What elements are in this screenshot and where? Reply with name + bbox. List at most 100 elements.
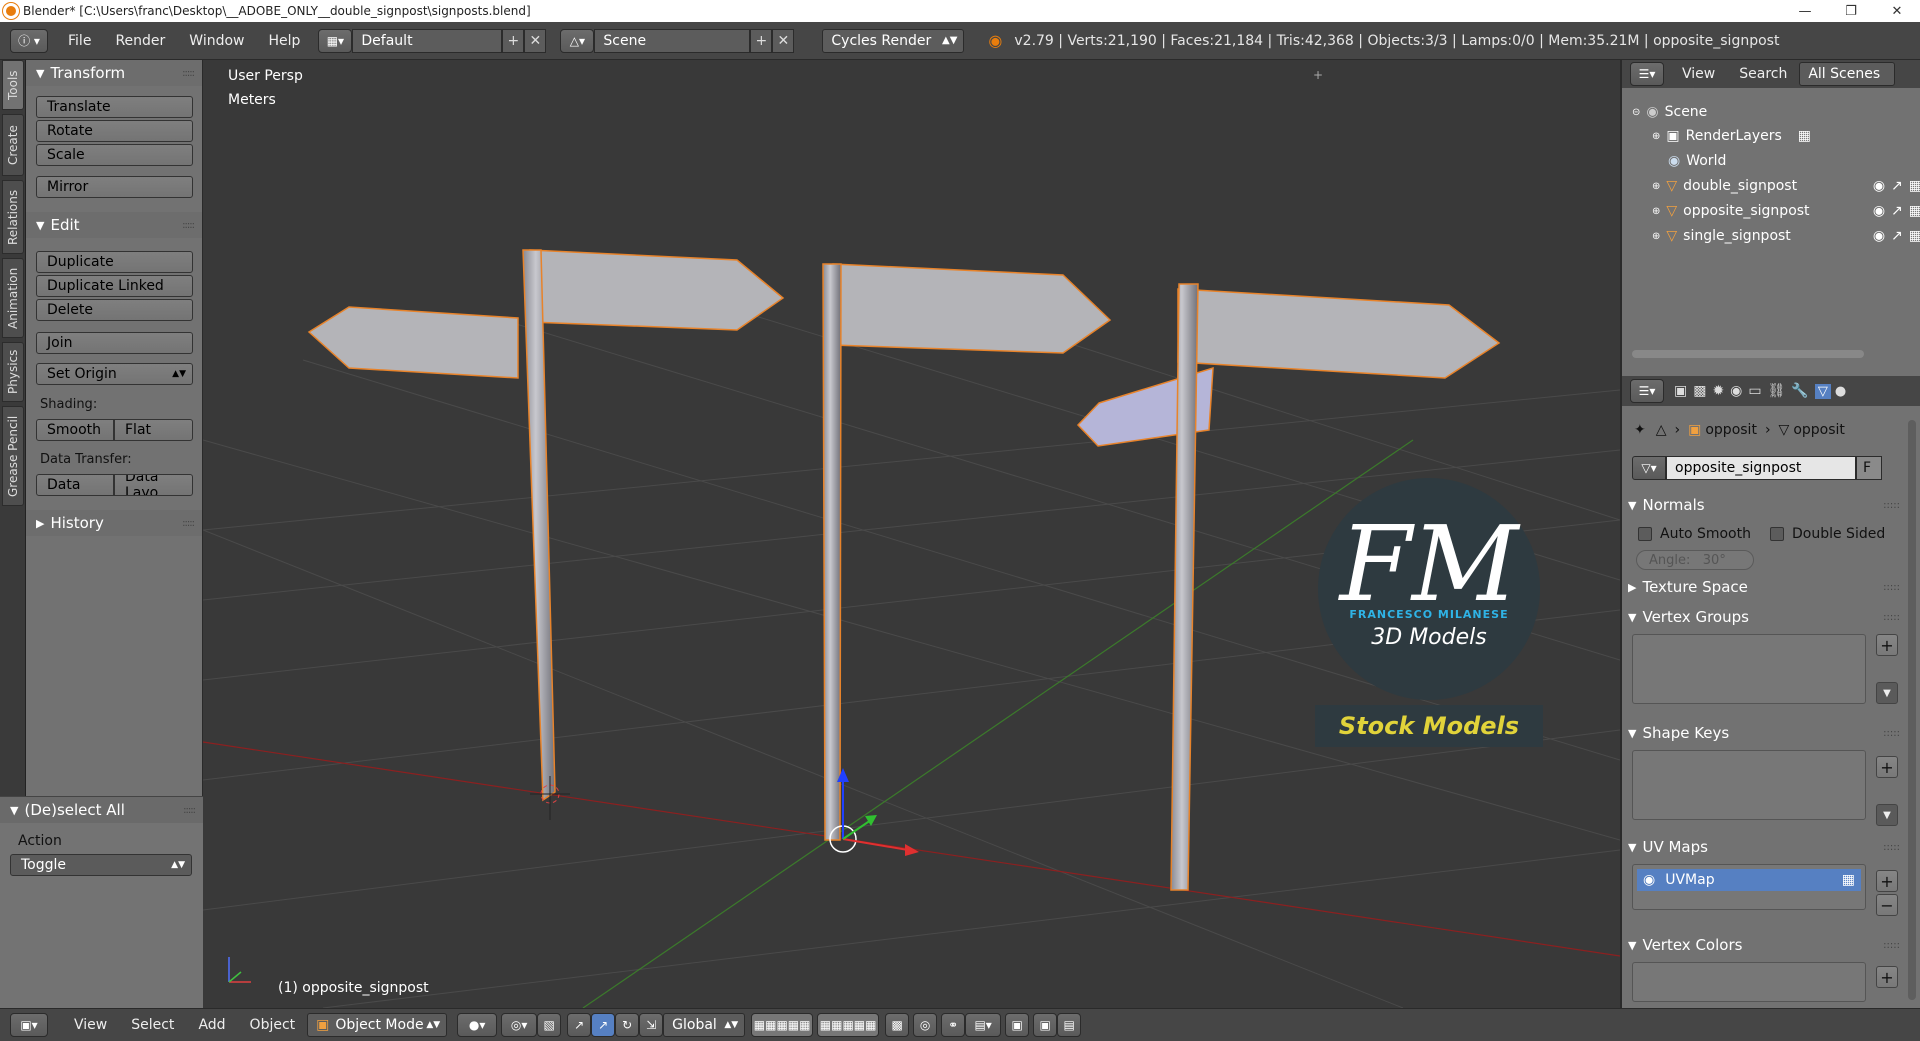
manipulator-axes-icon[interactable]: ↗: [567, 1013, 592, 1037]
expand-icon[interactable]: ⊕: [1652, 206, 1660, 217]
flat-button[interactable]: Flat: [114, 419, 193, 441]
grip-icon[interactable]: :::::: [1883, 842, 1900, 853]
outliner-menu-view[interactable]: View: [1670, 66, 1727, 82]
vertex-colors-list[interactable]: [1632, 962, 1866, 1002]
panel-history-header[interactable]: ▶ History:::::: [26, 510, 202, 536]
viewport-shading-icon[interactable]: ●▾: [457, 1013, 498, 1037]
panel-vertex-colors-header[interactable]: ▼ Vertex Colors:::::: [1628, 932, 1908, 958]
minimize-icon[interactable]: —: [1782, 4, 1828, 19]
shape-key-specials-icon[interactable]: ▼: [1876, 804, 1898, 826]
snap-toggle-icon[interactable]: ⚭: [941, 1013, 966, 1037]
expand-icon[interactable]: ⊕: [1652, 231, 1660, 242]
duplicate-button[interactable]: Duplicate: [36, 251, 193, 273]
grip-icon[interactable]: :::::: [182, 220, 195, 231]
panel-shape-keys-header[interactable]: ▼ Shape Keys:::::: [1628, 720, 1908, 746]
pivot-point-icon[interactable]: ◎▾: [501, 1013, 538, 1037]
close-icon[interactable]: ✕: [1874, 4, 1920, 19]
render-engine-select[interactable]: Cycles Render ▲▼: [822, 28, 965, 53]
vertex-group-specials-icon[interactable]: ▼: [1876, 682, 1898, 704]
manipulator-toggle-icon[interactable]: ▧: [537, 1013, 562, 1037]
grip-icon[interactable]: :::::: [1883, 612, 1900, 623]
outliner-row-renderlayers[interactable]: ⊕ ▣ RenderLayers ▦: [1652, 124, 1920, 148]
tab-relations[interactable]: Relations: [2, 180, 24, 254]
render-restrict-icon[interactable]: ▦: [1798, 128, 1811, 144]
delete-button[interactable]: Delete: [36, 299, 193, 321]
checkbox-icon[interactable]: [1770, 527, 1784, 541]
menu-file[interactable]: File: [56, 33, 103, 49]
viewport-plus-icon[interactable]: +: [1313, 68, 1323, 82]
rotate-button[interactable]: Rotate: [36, 120, 193, 142]
lock-layers-icon[interactable]: ▩: [885, 1013, 910, 1037]
menu-select[interactable]: Select: [119, 1017, 186, 1033]
grip-icon[interactable]: :::::: [1883, 940, 1900, 951]
render-preview-icon[interactable]: ▣: [1005, 1013, 1030, 1037]
grip-icon[interactable]: :::::: [182, 68, 195, 79]
tab-create[interactable]: Create: [2, 114, 24, 176]
tab-tools[interactable]: Tools: [2, 60, 24, 110]
scale-manipulator-icon[interactable]: ⇲: [639, 1013, 664, 1037]
panel-normals-header[interactable]: ▼ Normals:::::: [1628, 492, 1908, 518]
mesh-browse-icon[interactable]: ▽▾: [1632, 456, 1666, 480]
scale-button[interactable]: Scale: [36, 144, 193, 166]
scene-field[interactable]: Scene: [594, 28, 751, 53]
grip-icon[interactable]: :::::: [182, 518, 195, 529]
remove-scene-icon[interactable]: ✕: [772, 28, 795, 53]
uv-map-row[interactable]: ◉ UVMap ▦: [1637, 869, 1861, 891]
visibility-icons[interactable]: ◉↗▦: [1873, 228, 1920, 244]
tab-material-icon[interactable]: ●: [1835, 384, 1846, 399]
outliner-row-double-signpost[interactable]: ⊕ ▽ double_signpost ◉↗▦: [1652, 174, 1920, 198]
outliner-menu-search[interactable]: Search: [1727, 66, 1799, 82]
remove-uv-map-icon[interactable]: −: [1876, 894, 1898, 916]
layer-buttons-1[interactable]: ▦▦▦▦▦: [751, 1013, 814, 1037]
grip-icon[interactable]: :::::: [183, 805, 196, 816]
data-layout-button[interactable]: Data Layo: [114, 474, 193, 496]
add-uv-map-icon[interactable]: +: [1876, 870, 1898, 892]
3d-viewport[interactable]: User Persp Meters (1) opposite_signpost …: [203, 60, 1620, 1008]
grip-icon[interactable]: :::::: [1883, 582, 1900, 593]
menu-window[interactable]: Window: [177, 33, 256, 49]
action-select[interactable]: Toggle ▲▼: [10, 854, 192, 876]
properties-scrollbar[interactable]: [1908, 420, 1916, 1000]
panel-edit-header[interactable]: ▼ Edit:::::: [26, 212, 202, 238]
menu-view[interactable]: View: [62, 1017, 119, 1033]
screen-layout-icon[interactable]: ▦▾: [318, 28, 353, 53]
duplicate-linked-button[interactable]: Duplicate Linked: [36, 275, 193, 297]
outliner-row-world[interactable]: ◉ World: [1668, 149, 1920, 173]
grip-icon[interactable]: :::::: [1883, 728, 1900, 739]
checkbox-icon[interactable]: [1638, 527, 1652, 541]
operator-panel-header[interactable]: ▼ (De)select All:::::: [0, 797, 203, 823]
breadcrumb-object[interactable]: opposit: [1705, 422, 1757, 438]
add-vertex-group-icon[interactable]: +: [1876, 634, 1898, 656]
mirror-button[interactable]: Mirror: [36, 176, 193, 198]
join-button[interactable]: Join: [36, 332, 193, 354]
menu-help[interactable]: Help: [256, 33, 312, 49]
add-shape-key-icon[interactable]: +: [1876, 756, 1898, 778]
breadcrumb-mesh[interactable]: opposit: [1793, 422, 1845, 438]
outliner-editor-icon[interactable]: ☰▾: [1630, 62, 1664, 86]
mesh-name-field[interactable]: opposite_signpost: [1666, 456, 1856, 480]
visibility-icons[interactable]: ◉↗▦: [1873, 203, 1920, 219]
panel-texture-space-header[interactable]: ▶ Texture Space:::::: [1628, 574, 1908, 600]
menu-object[interactable]: Object: [238, 1017, 308, 1033]
panel-vertex-groups-header[interactable]: ▼ Vertex Groups:::::: [1628, 604, 1908, 630]
menu-add[interactable]: Add: [186, 1017, 237, 1033]
layer-buttons-2[interactable]: ▦▦▦▦▦: [817, 1013, 880, 1037]
scene-icon[interactable]: △▾: [560, 28, 595, 53]
shape-keys-list[interactable]: [1632, 750, 1866, 820]
remove-layout-icon[interactable]: ✕: [524, 28, 547, 53]
auto-smooth-checkbox[interactable]: Auto Smooth: [1638, 526, 1751, 542]
orientation-select[interactable]: Global ▲▼: [663, 1013, 746, 1037]
vertex-groups-list[interactable]: [1632, 634, 1866, 704]
expand-icon[interactable]: ⊕: [1652, 181, 1660, 192]
properties-context-tabs[interactable]: ▣▩✹◉▭⛓🔧: [1674, 383, 1815, 399]
render-image-icon[interactable]: ▣: [1033, 1013, 1058, 1037]
visibility-icons[interactable]: ◉↗▦: [1873, 178, 1920, 194]
outliner-row-scene[interactable]: ⊝ ◉ Scene: [1632, 100, 1920, 124]
expand-icon[interactable]: ⊕: [1652, 131, 1660, 142]
smooth-button[interactable]: Smooth: [36, 419, 114, 441]
editor-type-3dview-icon[interactable]: ▣▾: [10, 1013, 48, 1037]
add-vertex-color-icon[interactable]: +: [1876, 966, 1898, 988]
fake-user-button[interactable]: F: [1856, 456, 1882, 480]
outliner-scrollbar[interactable]: [1632, 350, 1864, 358]
panel-transform-header[interactable]: ▼ Transform:::::: [26, 60, 202, 86]
